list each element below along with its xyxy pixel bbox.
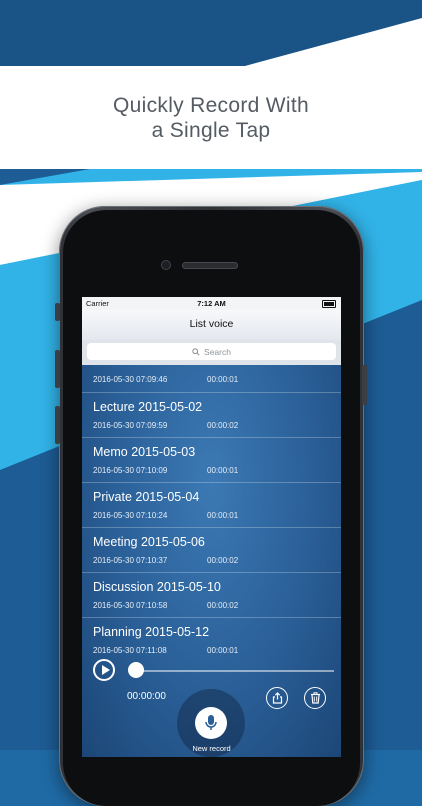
recording-name: Memo 2015-05-03 bbox=[93, 445, 196, 459]
banner-line-1: Quickly Record With bbox=[113, 93, 309, 117]
recording-duration: 00:00:02 bbox=[207, 556, 239, 565]
recording-name: Planning 2015-05-12 bbox=[93, 625, 210, 639]
page-title: List voice bbox=[189, 318, 234, 330]
recording-name: Discussion 2015-05-10 bbox=[93, 580, 221, 594]
search-icon bbox=[192, 347, 200, 356]
front-camera-icon bbox=[161, 260, 171, 270]
list-item[interactable]: Lecture 2015-05-02 2016-05-30 07:09:59 0… bbox=[82, 393, 341, 438]
new-record-button[interactable] bbox=[195, 707, 227, 739]
list-item[interactable]: Discussion 2015-05-10 2016-05-30 07:10:5… bbox=[82, 573, 341, 618]
navigation-bar: List voice bbox=[82, 310, 341, 340]
mute-switch bbox=[55, 303, 60, 321]
recording-date: 2016-05-30 07:10:24 bbox=[93, 511, 168, 520]
recording-name: Private 2015-05-04 bbox=[93, 490, 200, 504]
search-bar: Search bbox=[82, 340, 341, 365]
new-record-label: New record bbox=[192, 744, 231, 753]
list-item[interactable]: 2016-05-30 07:09:46 00:00:01 bbox=[82, 365, 341, 393]
power-button bbox=[362, 365, 367, 405]
search-input[interactable]: Search bbox=[87, 343, 336, 360]
list-item[interactable]: Private 2015-05-04 2016-05-30 07:10:24 0… bbox=[82, 483, 341, 528]
delete-button[interactable] bbox=[304, 687, 326, 709]
recording-date: 2016-05-30 07:09:46 bbox=[93, 375, 168, 384]
microphone-icon bbox=[205, 715, 217, 730]
earpiece-speaker bbox=[182, 262, 238, 269]
app-screen: Carrier 7:12 AM List voice Search 2016-0… bbox=[82, 297, 341, 757]
progress-slider-thumb[interactable] bbox=[128, 662, 144, 678]
recording-name: Lecture 2015-05-02 bbox=[93, 400, 203, 414]
play-icon[interactable] bbox=[93, 659, 115, 681]
status-bar: Carrier 7:12 AM bbox=[82, 297, 341, 310]
recording-date: 2016-05-30 07:10:37 bbox=[93, 556, 168, 565]
elapsed-time: 00:00:00 bbox=[127, 691, 166, 702]
status-time: 7:12 AM bbox=[197, 299, 226, 308]
progress-track[interactable] bbox=[134, 670, 334, 672]
recording-duration: 00:00:01 bbox=[207, 511, 239, 520]
share-button[interactable] bbox=[266, 687, 288, 709]
recording-name: Meeting 2015-05-06 bbox=[93, 535, 205, 549]
list-item[interactable]: Memo 2015-05-03 2016-05-30 07:10:09 00:0… bbox=[82, 438, 341, 483]
list-item[interactable]: Meeting 2015-05-06 2016-05-30 07:10:37 0… bbox=[82, 528, 341, 573]
recordings-list: 2016-05-30 07:09:46 00:00:01 Lecture 201… bbox=[82, 365, 341, 662]
recording-duration: 00:00:02 bbox=[207, 421, 239, 430]
share-icon bbox=[272, 692, 282, 704]
search-placeholder: Search bbox=[204, 346, 231, 357]
recording-duration: 00:00:01 bbox=[207, 466, 239, 475]
recording-duration: 00:00:02 bbox=[207, 601, 239, 610]
volume-down-button bbox=[55, 406, 60, 444]
recording-date: 2016-05-30 07:09:59 bbox=[93, 421, 168, 430]
battery-icon bbox=[322, 300, 336, 308]
trash-icon bbox=[310, 692, 320, 704]
recording-date: 2016-05-30 07:10:58 bbox=[93, 601, 168, 610]
banner-line-2: a Single Tap bbox=[151, 118, 271, 142]
promo-banner: Quickly Record With a Single Tap bbox=[0, 66, 422, 169]
recording-date: 2016-05-30 07:10:09 bbox=[93, 466, 168, 475]
recording-duration: 00:00:01 bbox=[207, 375, 239, 384]
volume-up-button bbox=[55, 350, 60, 388]
